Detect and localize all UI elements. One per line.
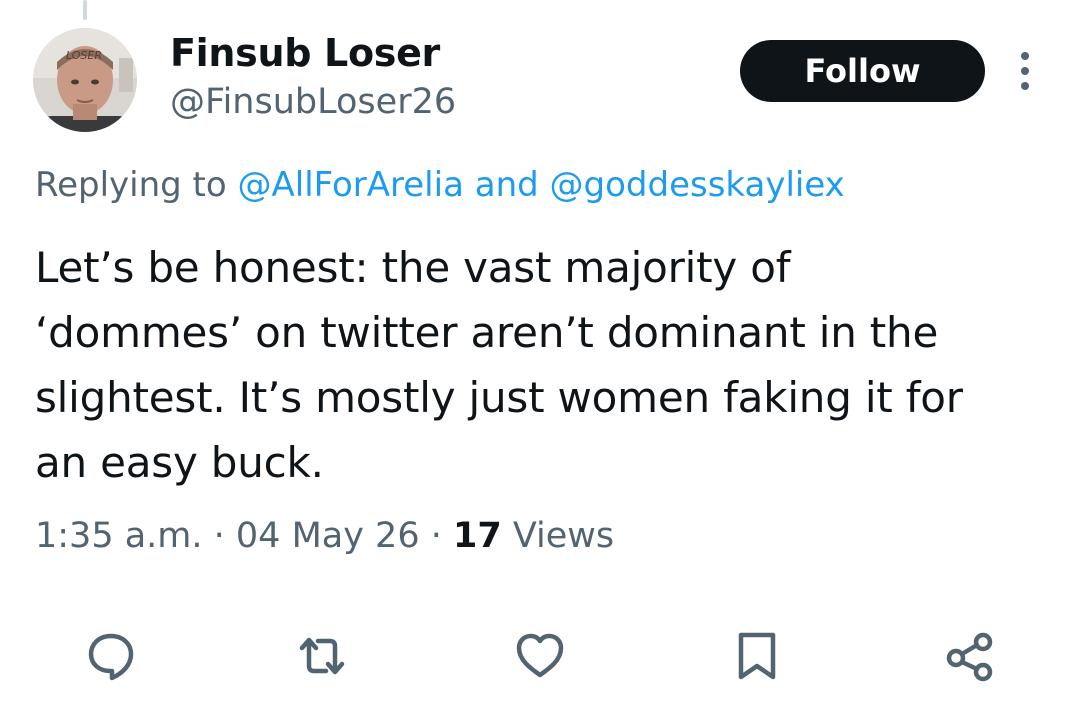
- views-count: 17: [452, 516, 502, 556]
- author-handle[interactable]: @FinsubLoser26: [170, 80, 456, 124]
- views-label: Views: [501, 516, 615, 556]
- meta-separator: ·: [419, 516, 453, 556]
- thread-connector-line: [83, 0, 87, 20]
- reply-icon[interactable]: [83, 628, 139, 684]
- tweet-body: Let’s be honest: the vast majority of ‘d…: [35, 243, 963, 487]
- avatar-photo: LOSER: [33, 28, 137, 132]
- retweet-icon[interactable]: [294, 628, 350, 684]
- follow-button[interactable]: Follow: [740, 40, 985, 102]
- bookmark-icon[interactable]: [729, 628, 785, 684]
- author-display-name[interactable]: Finsub Loser: [170, 30, 440, 76]
- more-options-icon[interactable]: [1008, 46, 1042, 96]
- mention-link-1[interactable]: @AllForArelia: [238, 165, 464, 205]
- mention-joiner: and: [463, 165, 550, 205]
- share-icon[interactable]: [942, 628, 998, 684]
- meta-separator: ·: [202, 516, 236, 556]
- heart-icon[interactable]: [512, 628, 568, 684]
- tweet: LOSER Finsub Loser @FinsubLoser26 Follow…: [0, 0, 1080, 711]
- tweet-time[interactable]: 1:35 a.m.: [35, 516, 203, 556]
- tweet-metadata: 1:35 a.m. · 04 May 26 · 17 Views: [35, 514, 614, 558]
- action-bar: [0, 620, 1080, 690]
- tweet-date[interactable]: 04 May 26: [236, 516, 420, 556]
- mention-link-2[interactable]: @goddesskayliex: [550, 165, 845, 205]
- avatar[interactable]: LOSER: [33, 28, 137, 132]
- replying-to-line: Replying to @AllForArelia and @goddesska…: [35, 163, 845, 207]
- replying-to-prefix: Replying to: [35, 165, 238, 205]
- svg-text:LOSER: LOSER: [66, 49, 102, 62]
